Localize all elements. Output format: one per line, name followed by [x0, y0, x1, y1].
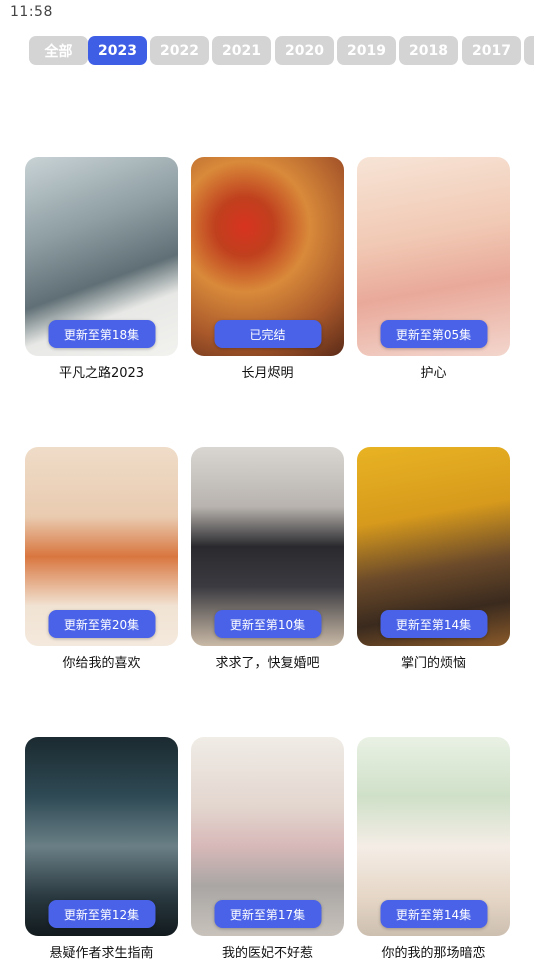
episode-badge: 更新至第12集 [48, 900, 155, 928]
show-poster[interactable]: 更新至第14集 [357, 447, 510, 646]
show-card[interactable]: 更新至第20集 你给我的喜欢 [25, 447, 178, 671]
show-title[interactable]: 我的医妃不好惹 [191, 942, 344, 961]
year-filter-bar: 全部 2023 2022 2021 2020 2019 2018 2017 [0, 36, 534, 66]
episode-badge: 更新至第17集 [214, 900, 321, 928]
year-chip-2018[interactable]: 2018 [399, 36, 458, 65]
show-title[interactable]: 悬疑作者求生指南 [25, 942, 178, 961]
show-card[interactable]: 更新至第12集 悬疑作者求生指南 [25, 737, 178, 961]
show-poster[interactable]: 更新至第20集 [25, 447, 178, 646]
episode-badge: 更新至第10集 [214, 610, 321, 638]
show-poster[interactable]: 更新至第14集 [357, 737, 510, 936]
episode-badge: 更新至第20集 [48, 610, 155, 638]
episode-badge: 更新至第14集 [380, 610, 487, 638]
episode-badge: 更新至第18集 [48, 320, 155, 348]
year-chip-2020[interactable]: 2020 [275, 36, 334, 65]
year-chip-all[interactable]: 全部 [29, 36, 88, 65]
show-card[interactable]: 更新至第05集 护心 [357, 157, 510, 381]
show-poster[interactable]: 已完结 [191, 157, 344, 356]
year-chip-2022[interactable]: 2022 [150, 36, 209, 65]
year-chip-next[interactable] [524, 36, 534, 65]
year-chip-2023[interactable]: 2023 [88, 36, 147, 65]
year-chip-2021[interactable]: 2021 [212, 36, 271, 65]
year-chip-2017[interactable]: 2017 [462, 36, 521, 65]
episode-badge: 已完结 [214, 320, 321, 348]
show-title[interactable]: 平凡之路2023 [25, 362, 178, 381]
status-bar-time: 11:58 [10, 4, 53, 20]
episode-badge: 更新至第05集 [380, 320, 487, 348]
show-card[interactable]: 更新至第14集 你的我的那场暗恋 [357, 737, 510, 961]
show-card[interactable]: 更新至第10集 求求了，快复婚吧 [191, 447, 344, 671]
show-title[interactable]: 求求了，快复婚吧 [191, 652, 344, 671]
show-card[interactable]: 更新至第18集 平凡之路2023 [25, 157, 178, 381]
show-poster[interactable]: 更新至第10集 [191, 447, 344, 646]
show-card[interactable]: 已完结 长月烬明 [191, 157, 344, 381]
show-title[interactable]: 你给我的喜欢 [25, 652, 178, 671]
show-poster[interactable]: 更新至第18集 [25, 157, 178, 356]
show-card[interactable]: 更新至第17集 我的医妃不好惹 [191, 737, 344, 961]
show-title[interactable]: 长月烬明 [191, 362, 344, 381]
show-title[interactable]: 掌门的烦恼 [357, 652, 510, 671]
show-poster[interactable]: 更新至第12集 [25, 737, 178, 936]
year-chip-2019[interactable]: 2019 [337, 36, 396, 65]
show-poster[interactable]: 更新至第05集 [357, 157, 510, 356]
show-poster[interactable]: 更新至第17集 [191, 737, 344, 936]
show-title[interactable]: 护心 [357, 362, 510, 381]
episode-badge: 更新至第14集 [380, 900, 487, 928]
show-card[interactable]: 更新至第14集 掌门的烦恼 [357, 447, 510, 671]
show-title[interactable]: 你的我的那场暗恋 [357, 942, 510, 961]
